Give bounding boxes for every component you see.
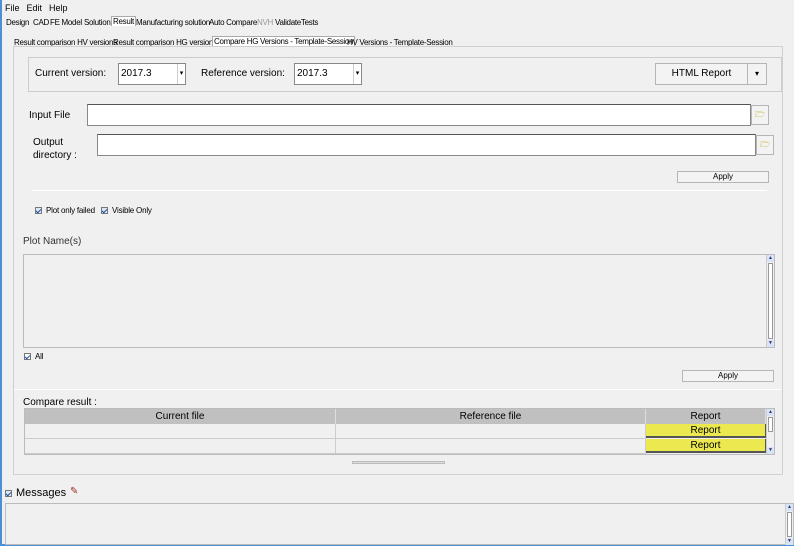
- plot-names-list[interactable]: [23, 254, 775, 348]
- table-scrollbar[interactable]: ▲ ▼: [766, 409, 774, 454]
- tab-validatetests[interactable]: ValidateTests: [275, 18, 318, 27]
- output-dir-field[interactable]: [97, 134, 756, 156]
- checkbox-checked-icon: [35, 207, 42, 215]
- chevron-down-icon: ▾: [177, 64, 185, 84]
- messages-area[interactable]: [5, 503, 794, 545]
- report-cell-button[interactable]: Report: [646, 424, 766, 438]
- apply-button-plots[interactable]: Apply: [682, 370, 774, 382]
- splitter-handle[interactable]: [352, 461, 445, 464]
- visible-only-checkbox[interactable]: Visible Only: [101, 206, 152, 215]
- chevron-down-icon: ▾: [353, 64, 361, 84]
- checkbox-icon: [24, 353, 31, 361]
- pencil-icon[interactable]: ✎: [70, 486, 78, 497]
- messages-scrollbar[interactable]: ▲ ▼: [785, 504, 793, 545]
- tab-fe-model[interactable]: FE Model: [50, 18, 82, 27]
- current-version-select[interactable]: 2017.3 ▾: [118, 63, 186, 85]
- apply-button-top[interactable]: Apply: [677, 171, 769, 183]
- compare-result-table: Current file Reference file Report Repor…: [24, 408, 775, 455]
- plot-only-failed-label: Plot only failed: [46, 206, 95, 215]
- input-file-field[interactable]: [87, 104, 751, 126]
- menu-help[interactable]: Help: [49, 3, 68, 13]
- column-header-current-file[interactable]: Current file: [25, 409, 336, 424]
- current-version-label: Current version:: [35, 68, 107, 79]
- output-dir-label-line2: directory :: [33, 150, 77, 161]
- compare-result-label: Compare result :: [23, 397, 97, 408]
- tab-result[interactable]: Result: [111, 16, 136, 26]
- messages-label: Messages: [16, 487, 67, 499]
- all-checkbox[interactable]: All: [24, 352, 44, 361]
- table-cell-current: [25, 424, 336, 439]
- plot-only-failed-checkbox[interactable]: Plot only failed: [35, 206, 95, 215]
- menu-bar: File Edit Help: [5, 2, 75, 14]
- reference-version-select[interactable]: 2017.3 ▾: [294, 63, 362, 85]
- reference-version-label: Reference version:: [201, 68, 285, 79]
- menu-edit[interactable]: Edit: [27, 3, 43, 13]
- table-cell-reference: [336, 424, 646, 439]
- messages-toggle[interactable]: Messages: [5, 487, 66, 499]
- input-file-label: Input File: [29, 110, 71, 121]
- tab-nvh[interactable]: NVH: [257, 18, 273, 27]
- tab-manufacturing-solution[interactable]: Manufacturing solution: [136, 18, 210, 27]
- menu-file[interactable]: File: [5, 3, 20, 13]
- tab-design[interactable]: Design: [6, 18, 29, 27]
- output-dir-label: Output directory :: [33, 136, 77, 162]
- current-version-value: 2017.3: [121, 68, 152, 79]
- browse-folder-icon[interactable]: 🗁: [756, 135, 774, 155]
- tab-cad[interactable]: CAD: [33, 18, 49, 27]
- tab-solution[interactable]: Solution: [84, 18, 111, 27]
- html-report-button[interactable]: HTML Report: [655, 63, 748, 85]
- all-label: All: [35, 352, 44, 361]
- checkbox-checked-icon: [5, 489, 12, 497]
- table-cell-current: [25, 439, 336, 454]
- divider: [32, 190, 767, 191]
- browse-folder-icon[interactable]: 🗁: [751, 105, 769, 125]
- reference-version-value: 2017.3: [297, 68, 328, 79]
- divider: [14, 389, 782, 390]
- column-header-report[interactable]: Report: [646, 409, 766, 424]
- checkbox-checked-icon: [101, 207, 108, 215]
- plot-names-scrollbar[interactable]: ▲ ▼: [766, 255, 774, 347]
- html-report-menu-button[interactable]: ▾: [747, 63, 767, 85]
- output-dir-label-line1: Output: [33, 137, 64, 148]
- column-header-reference-file[interactable]: Reference file: [336, 409, 646, 424]
- plot-names-label: Plot Name(s): [23, 236, 82, 247]
- visible-only-label: Visible Only: [112, 206, 152, 215]
- subtab-compare-hg-template[interactable]: Compare HG Versions - Template-Session: [212, 36, 356, 46]
- report-cell-button[interactable]: Report: [646, 439, 766, 453]
- tab-auto-compare[interactable]: Auto Compare: [209, 18, 257, 27]
- table-cell-reference: [336, 439, 646, 454]
